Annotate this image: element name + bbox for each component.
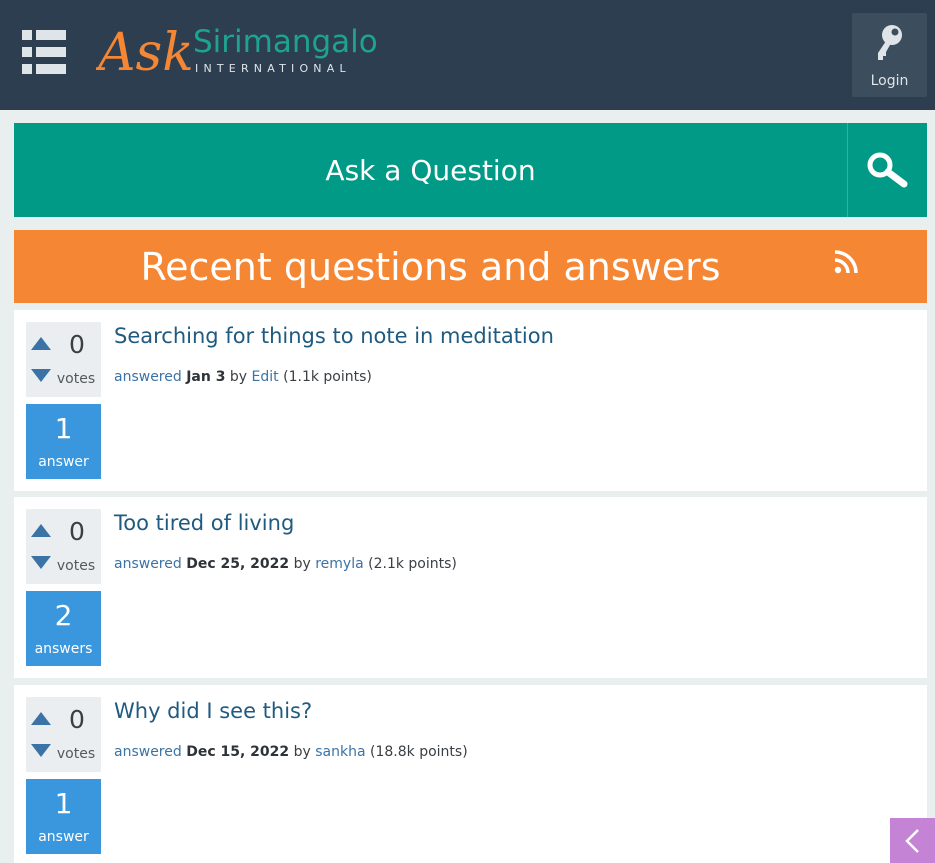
question-meta: answered Jan 3 by Edit (1.1k points) xyxy=(114,369,372,385)
hamburger-icon[interactable] xyxy=(22,30,66,74)
ask-question-button[interactable]: Ask a Question xyxy=(14,123,847,217)
key-icon xyxy=(878,25,902,60)
search-button[interactable] xyxy=(848,123,927,217)
question-item: 0 votes 1 answer Searching for things to… xyxy=(14,310,927,491)
question-title-link[interactable]: Too tired of living xyxy=(114,511,294,535)
votes-label: votes xyxy=(56,746,96,762)
votes-label: votes xyxy=(56,371,96,387)
answered-link[interactable]: answered xyxy=(114,369,182,385)
vote-box: 0 votes xyxy=(26,697,101,772)
chevron-left-icon xyxy=(905,829,919,853)
answered-link[interactable]: answered xyxy=(114,556,182,572)
answer-label: answer xyxy=(38,829,89,845)
answer-count-box[interactable]: 1 answer xyxy=(26,404,101,479)
answer-count: 1 xyxy=(54,412,73,445)
logo-ask-text: Ask xyxy=(96,23,194,82)
login-button[interactable]: Login xyxy=(852,13,927,97)
triangle-up-icon[interactable] xyxy=(31,712,51,725)
answer-count-box[interactable]: 1 answer xyxy=(26,779,101,854)
by-text: by xyxy=(293,556,311,572)
triangle-up-icon[interactable] xyxy=(31,337,51,350)
question-item: 0 votes 2 answers Too tired of living an… xyxy=(14,497,927,678)
answer-count: 2 xyxy=(54,599,73,632)
answered-link[interactable]: answered xyxy=(114,744,182,760)
user-link[interactable]: sankha xyxy=(315,744,365,760)
question-item: 0 votes 1 answer Why did I see this? ans… xyxy=(14,685,927,863)
page-title: Recent questions and answers xyxy=(140,244,721,289)
side-panel-toggle[interactable] xyxy=(890,818,935,863)
user-points: (18.8k points) xyxy=(370,744,468,760)
answered-date: Dec 25, 2022 xyxy=(186,556,290,572)
recent-questions-header: Recent questions and answers xyxy=(14,230,927,303)
vote-box: 0 votes xyxy=(26,509,101,584)
search-icon xyxy=(867,152,908,188)
vote-count: 0 xyxy=(69,705,85,734)
answer-label: answer xyxy=(38,454,89,470)
question-title-link[interactable]: Why did I see this? xyxy=(114,699,312,723)
user-link[interactable]: remyla xyxy=(315,556,363,572)
answered-date: Dec 15, 2022 xyxy=(186,744,290,760)
login-label: Login xyxy=(870,73,909,89)
user-points: (2.1k points) xyxy=(368,556,457,572)
site-logo[interactable]: Ask Sirimangalo INTERNATIONAL xyxy=(94,18,396,83)
user-points: (1.1k points) xyxy=(283,369,372,385)
ask-bar: Ask a Question xyxy=(14,123,927,217)
vote-count: 0 xyxy=(69,330,85,359)
rss-icon[interactable] xyxy=(834,250,858,274)
user-link[interactable]: Edit xyxy=(252,369,279,385)
answer-label: answers xyxy=(34,641,93,657)
triangle-down-icon[interactable] xyxy=(31,556,51,569)
by-text: by xyxy=(293,744,311,760)
logo-international-text: INTERNATIONAL xyxy=(195,62,351,75)
answered-date: Jan 3 xyxy=(186,369,226,385)
triangle-down-icon[interactable] xyxy=(31,369,51,382)
question-meta: answered Dec 15, 2022 by sankha (18.8k p… xyxy=(114,744,468,760)
top-header: Ask Sirimangalo INTERNATIONAL Login xyxy=(0,0,935,110)
answer-count-box[interactable]: 2 answers xyxy=(26,591,101,666)
question-title-link[interactable]: Searching for things to note in meditati… xyxy=(114,324,554,348)
vote-count: 0 xyxy=(69,517,85,546)
triangle-down-icon[interactable] xyxy=(31,744,51,757)
vote-box: 0 votes xyxy=(26,322,101,397)
logo-sirimangalo-text: Sirimangalo xyxy=(193,24,378,60)
answer-count: 1 xyxy=(54,787,73,820)
triangle-up-icon[interactable] xyxy=(31,524,51,537)
votes-label: votes xyxy=(56,558,96,574)
question-meta: answered Dec 25, 2022 by remyla (2.1k po… xyxy=(114,556,457,572)
by-text: by xyxy=(229,369,248,385)
